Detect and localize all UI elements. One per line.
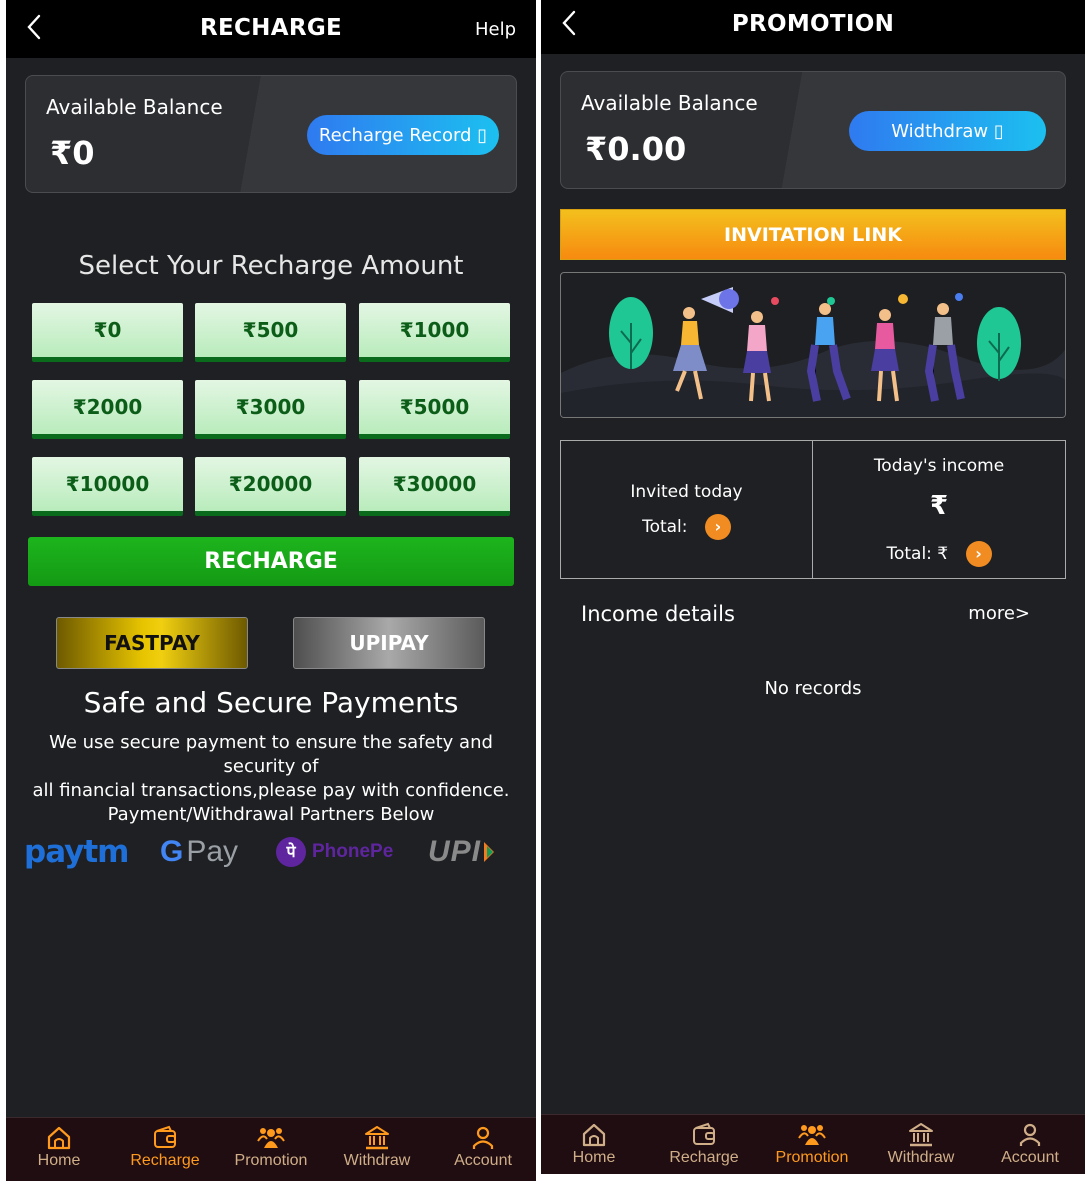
amount-option[interactable]: ₹500: [195, 303, 346, 362]
secure-line: We use secure payment to ensure the safe…: [49, 732, 493, 777]
amount-option[interactable]: ₹10000: [32, 457, 183, 516]
amount-option[interactable]: ₹1000: [359, 303, 510, 362]
nav-label: Account: [454, 1152, 512, 1169]
amount-option[interactable]: ₹5000: [359, 380, 510, 439]
people-icon: [798, 1125, 826, 1145]
nav-recharge[interactable]: Recharge: [115, 1124, 215, 1170]
recharge-button[interactable]: RECHARGE: [28, 537, 514, 586]
bottom-nav: Home Recharge Promotion Withdraw Account: [541, 1114, 1085, 1174]
fastpay-option[interactable]: FASTPAY: [56, 617, 248, 669]
nav-label: Home: [572, 1149, 616, 1166]
promotion-illustration: [560, 272, 1066, 418]
user-icon: [472, 1126, 494, 1149]
gpay-logo-text: Pay: [186, 835, 239, 868]
empty-state: No records: [764, 678, 862, 699]
amount-option[interactable]: ₹0: [32, 303, 183, 362]
balance-card: Available Balance ₹0 Recharge Record ▯: [25, 75, 517, 193]
todays-income-label: Today's income: [873, 456, 1005, 476]
bank-icon: [909, 1123, 933, 1147]
amount-option[interactable]: ₹3000: [195, 380, 346, 439]
recharge-screen: RECHARGE Help Available Balance ₹0 Recha…: [6, 0, 536, 1181]
secure-payments-text: We use secure payment to ensure the safe…: [12, 731, 530, 827]
user-icon: [1019, 1123, 1041, 1146]
secure-line: Payment/Withdrawal Partners Below: [107, 804, 435, 825]
gpay-logo: G Pay: [160, 832, 238, 872]
nav-label: Recharge: [669, 1149, 739, 1166]
nav-home[interactable]: Home: [544, 1121, 644, 1167]
nav-withdraw[interactable]: Withdraw: [871, 1121, 971, 1167]
select-amount-title: Select Your Recharge Amount: [78, 251, 464, 281]
wallet-icon: [154, 1125, 176, 1148]
nav-recharge[interactable]: Recharge: [654, 1121, 754, 1167]
home-icon: [582, 1123, 606, 1147]
nav-label: Recharge: [130, 1152, 200, 1169]
bottom-nav: Home Recharge Promotion Withdraw Account: [6, 1117, 536, 1181]
upi-logo-text: UPI: [428, 835, 482, 868]
nav-withdraw[interactable]: Withdraw: [327, 1124, 427, 1170]
recharge-record-button[interactable]: Recharge Record ▯: [307, 115, 499, 155]
upi-logo: UPI: [428, 832, 498, 872]
wallet-icon: [693, 1122, 715, 1145]
invited-today-section: Invited today Total: ›: [561, 441, 813, 578]
invitation-link-button[interactable]: INVITATION LINK: [560, 209, 1066, 260]
nav-label: Withdraw: [343, 1152, 411, 1169]
nav-label: Promotion: [234, 1152, 308, 1169]
nav-label: Promotion: [775, 1149, 849, 1166]
promotion-screen: PROMOTION Available Balance ₹0.00 Widthd…: [541, 0, 1085, 1174]
top-bar: RECHARGE Help: [6, 0, 536, 58]
income-total-label: Total: ₹: [886, 544, 949, 564]
phonepe-logo: पे PhonePe: [276, 832, 393, 872]
balance-label: Available Balance: [46, 95, 223, 119]
chevron-right-icon[interactable]: ›: [704, 514, 731, 540]
gpay-g-glyph: G: [160, 835, 184, 868]
withdraw-button[interactable]: Widthdraw ▯: [849, 111, 1046, 151]
home-icon: [47, 1126, 71, 1150]
nav-promotion[interactable]: Promotion: [762, 1121, 862, 1167]
secure-line: all financial transactions,please pay wi…: [32, 780, 510, 801]
balance-value: ₹0: [50, 134, 95, 172]
people-with-megaphone-icon: [561, 287, 1065, 417]
upi-arrow-icon: [484, 842, 495, 862]
nav-label: Home: [37, 1152, 81, 1169]
invited-total-label: Total:: [642, 517, 688, 537]
balance-value: ₹0.00: [585, 130, 687, 168]
paytm-logo-text: paytm: [24, 834, 129, 870]
stats-panel: Invited today Total: › Today's income ₹ …: [560, 440, 1066, 579]
upipay-option[interactable]: UPIPAY: [293, 617, 485, 669]
nav-label: Withdraw: [887, 1149, 955, 1166]
nav-home[interactable]: Home: [9, 1124, 109, 1170]
people-icon: [257, 1128, 285, 1148]
bank-icon: [365, 1126, 389, 1150]
balance-label: Available Balance: [581, 91, 758, 115]
more-link[interactable]: more>: [968, 603, 1030, 624]
rupee-icon: ₹: [929, 491, 949, 521]
page-title: RECHARGE: [199, 15, 343, 41]
nav-account[interactable]: Account: [433, 1124, 533, 1170]
nav-account[interactable]: Account: [980, 1121, 1080, 1167]
paytm-logo: paytm: [24, 832, 129, 872]
amount-option[interactable]: ₹30000: [359, 457, 510, 516]
invited-today-label: Invited today: [630, 482, 743, 502]
income-details-heading: Income details: [581, 602, 735, 626]
chevron-right-icon[interactable]: ›: [965, 541, 992, 567]
secure-payments-title: Safe and Secure Payments: [83, 686, 459, 719]
amount-option[interactable]: ₹20000: [195, 457, 346, 516]
page-title: PROMOTION: [731, 11, 895, 37]
balance-card: Available Balance ₹0.00 Widthdraw ▯: [560, 71, 1066, 189]
top-bar: PROMOTION: [541, 0, 1085, 54]
phonepe-icon: पे: [276, 837, 306, 867]
income-total-row: Total: ₹ ›: [813, 541, 1065, 567]
phonepe-logo-text: PhonePe: [312, 841, 394, 862]
help-link[interactable]: Help: [475, 19, 516, 40]
nav-promotion[interactable]: Promotion: [221, 1124, 321, 1170]
amount-option[interactable]: ₹2000: [32, 380, 183, 439]
nav-label: Account: [1001, 1149, 1059, 1166]
todays-income-section: Today's income ₹ Total: ₹ ›: [813, 441, 1065, 578]
invited-total-row: Total: ›: [561, 514, 812, 540]
